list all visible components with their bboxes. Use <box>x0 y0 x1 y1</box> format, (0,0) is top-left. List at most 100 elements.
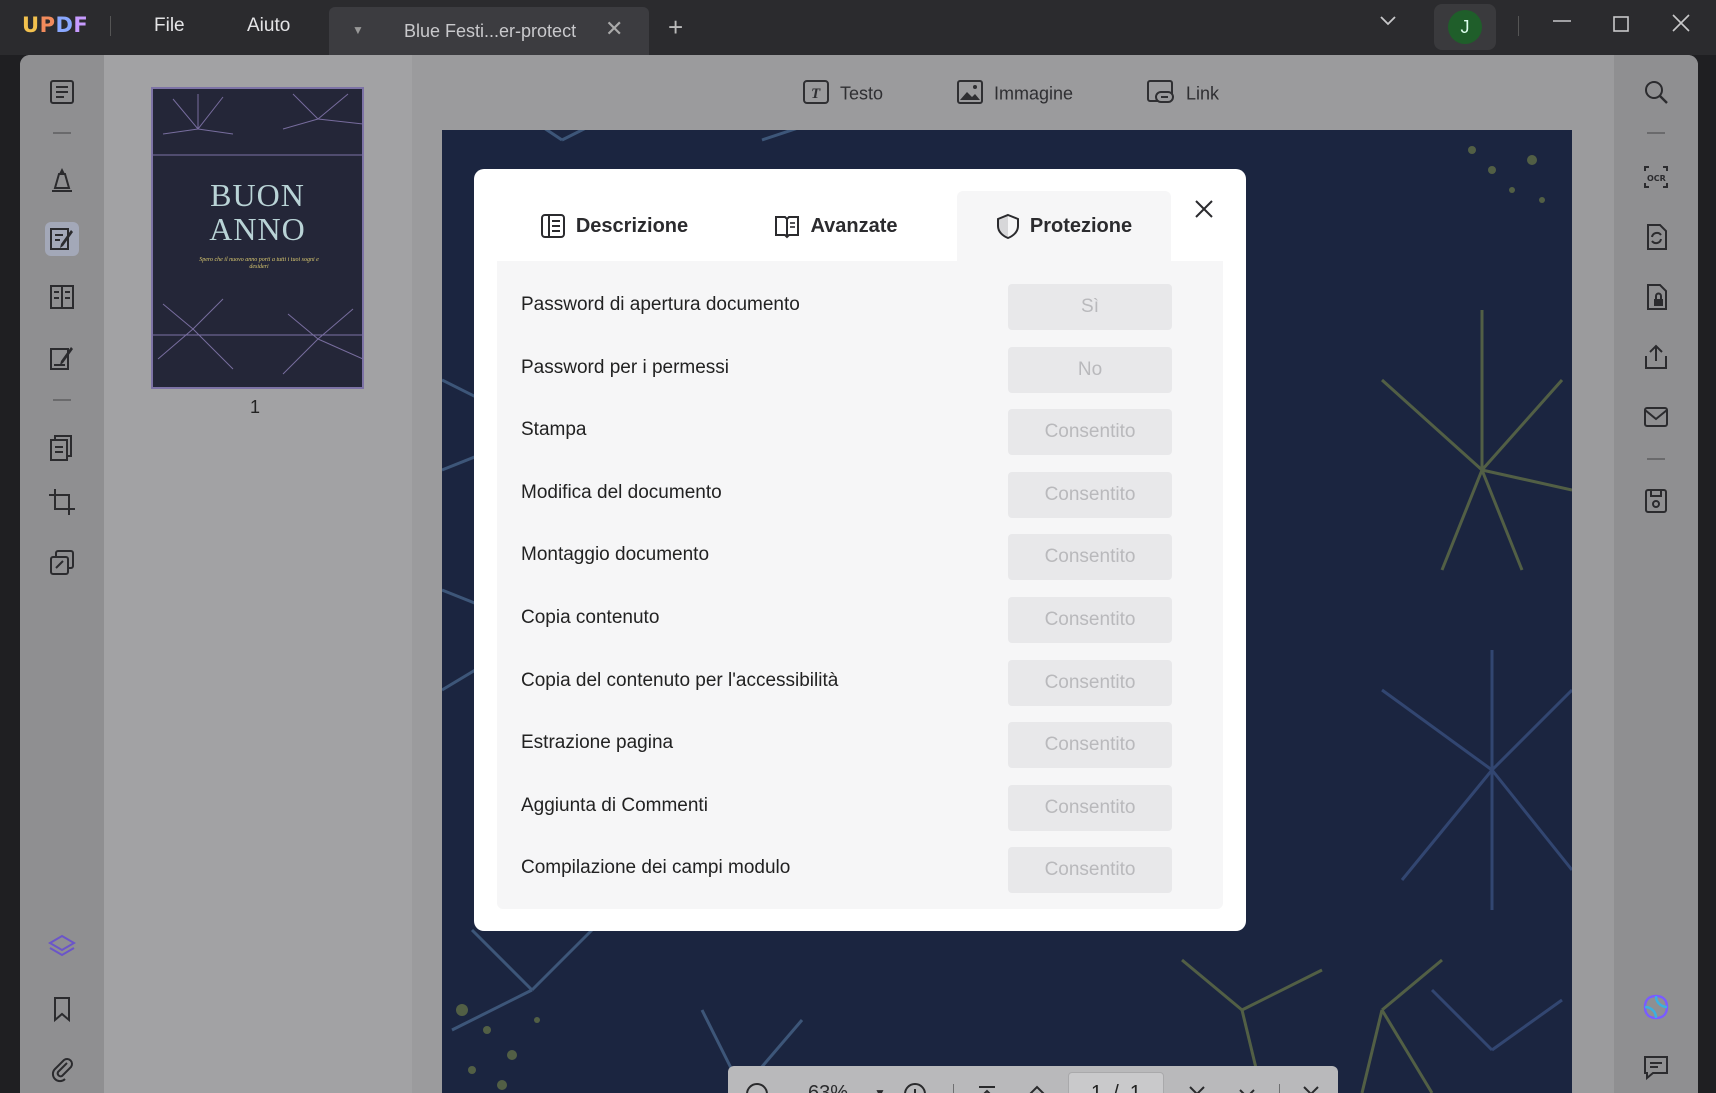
permission-row: Password per i permessi No <box>497 347 1223 395</box>
permission-value: No <box>1008 347 1172 393</box>
permission-label: Stampa <box>521 419 587 440</box>
minimize-icon[interactable] <box>1551 10 1573 38</box>
page-number-input[interactable]: 1 / 1 <box>1068 1072 1164 1093</box>
permission-label: Copia del contenuto per l'accessibilità <box>521 670 839 691</box>
text-icon: T <box>802 79 830 110</box>
save-icon[interactable] <box>1641 486 1671 516</box>
zoom-in-icon[interactable] <box>900 1066 930 1093</box>
tab-advanced[interactable]: Avanzate <box>746 191 926 261</box>
svg-text:OCR: OCR <box>1647 174 1666 183</box>
link-tool-label: Link <box>1186 83 1220 104</box>
thumbnail-tagline: Spero che il nuovo anno porti a tutti i … <box>199 257 319 270</box>
permission-label: Modifica del documento <box>521 482 722 503</box>
left-toolbar <box>20 55 104 1093</box>
divider <box>53 399 71 401</box>
permission-row: Stampa Consentito <box>497 409 1223 457</box>
shield-icon <box>996 213 1020 239</box>
zoom-level[interactable]: 63% <box>788 1066 868 1093</box>
search-icon[interactable] <box>1641 77 1671 107</box>
permission-label: Password di apertura documento <box>521 294 800 315</box>
permission-row: Estrazione pagina Consentito <box>497 722 1223 770</box>
permission-label: Compilazione dei campi modulo <box>521 857 791 878</box>
title-bar: UPDF File Aiuto ▼ Blue Festi...er-protec… <box>0 0 1716 55</box>
email-icon[interactable] <box>1641 402 1671 432</box>
comment-highlight-icon[interactable] <box>47 164 77 194</box>
right-toolbar: OCR <box>1614 55 1698 1093</box>
permission-row: Modifica del documento Consentito <box>497 472 1223 520</box>
attachment-icon[interactable] <box>47 1054 77 1084</box>
protect-icon[interactable] <box>1641 282 1671 312</box>
permission-label: Aggiunta di Commenti <box>521 795 708 816</box>
organize-pages-icon[interactable] <box>47 282 77 312</box>
permission-value: Sì <box>1008 284 1172 330</box>
permission-value: Consentito <box>1008 847 1172 893</box>
tab-description-label: Descrizione <box>575 214 689 237</box>
add-image-tool[interactable]: Immagine <box>956 79 1073 110</box>
dialog-close-icon[interactable] <box>1190 195 1218 223</box>
new-tab-button[interactable]: + <box>668 14 683 40</box>
permission-label: Montaggio documento <box>521 544 710 565</box>
menu-file[interactable]: File <box>154 15 185 37</box>
permission-value: Consentito <box>1008 722 1172 768</box>
form-fill-sign-icon[interactable] <box>47 343 77 373</box>
last-page-icon[interactable] <box>1232 1066 1262 1093</box>
share-icon[interactable] <box>1641 342 1671 372</box>
image-tool-label: Immagine <box>994 83 1074 104</box>
ocr-icon[interactable]: OCR <box>1641 162 1671 192</box>
permission-value: Consentito <box>1008 597 1172 643</box>
next-page-icon[interactable] <box>1182 1066 1212 1093</box>
convert-icon[interactable] <box>1641 222 1671 252</box>
window-close-icon[interactable] <box>1671 13 1691 39</box>
svg-text:T: T <box>811 86 821 102</box>
page-navigation-bar: 63% ▼ 1 / 1 <box>728 1066 1338 1093</box>
layers-icon[interactable] <box>47 932 77 962</box>
permission-row: Compilazione dei campi modulo Consentito <box>497 847 1223 895</box>
description-icon <box>540 213 566 239</box>
page-tools-icon[interactable] <box>47 432 77 462</box>
protection-panel: Password di apertura documento Sì Passwo… <box>497 261 1223 909</box>
tabs-dropdown-icon[interactable] <box>1378 10 1398 36</box>
bookmark-icon[interactable] <box>47 994 77 1024</box>
permission-row: Aggiunta di Commenti Consentito <box>497 785 1223 833</box>
crop-icon[interactable] <box>47 487 77 517</box>
permission-row: Montaggio documento Consentito <box>497 534 1223 582</box>
updf-logo: UPDF <box>22 13 89 37</box>
divider <box>1279 1084 1280 1093</box>
first-page-icon[interactable] <box>972 1066 1002 1093</box>
previous-page-icon[interactable] <box>1022 1066 1052 1093</box>
tab-description[interactable]: Descrizione <box>514 191 714 261</box>
tab-protection-label: Protezione <box>1029 214 1133 237</box>
ai-assistant-icon[interactable] <box>1641 992 1671 1022</box>
divider <box>1647 132 1665 134</box>
add-link-tool[interactable]: Link <box>1146 79 1219 110</box>
thumbnail-title-line1: BUON <box>210 177 305 213</box>
document-properties-dialog: Descrizione Avanzate Protezione Password… <box>474 169 1246 931</box>
tab-title: Blue Festi...er-protect <box>404 21 577 41</box>
comments-list-icon[interactable] <box>1641 1052 1671 1082</box>
reader-icon[interactable] <box>47 77 77 107</box>
permission-value: Consentito <box>1008 660 1172 706</box>
document-tab[interactable]: ▼ Blue Festi...er-protect ✕ <box>329 7 649 55</box>
tab-close-icon[interactable]: ✕ <box>605 16 623 42</box>
page-thumbnail[interactable]: BUON ANNO Spero che il nuovo anno porti … <box>151 87 364 389</box>
add-text-tool[interactable]: T Testo <box>802 79 883 110</box>
divider <box>1647 458 1665 460</box>
menu-help[interactable]: Aiuto <box>247 15 290 37</box>
close-navigation-icon[interactable] <box>1296 1066 1326 1093</box>
zoom-dropdown-icon[interactable]: ▼ <box>868 1066 892 1093</box>
tab-dropdown-icon[interactable]: ▼ <box>352 23 364 37</box>
tab-protection[interactable]: Protezione <box>957 191 1171 261</box>
permission-value: Consentito <box>1008 785 1172 831</box>
permission-value: Consentito <box>1008 534 1172 580</box>
batch-icon[interactable] <box>47 548 77 578</box>
zoom-out-icon[interactable] <box>742 1066 772 1093</box>
avatar[interactable]: J <box>1448 10 1482 44</box>
maximize-icon[interactable] <box>1612 13 1630 39</box>
tab-advanced-label: Avanzate <box>810 214 898 237</box>
edit-pdf-icon[interactable] <box>45 222 79 256</box>
permission-row: Copia del contenuto per l'accessibilità … <box>497 660 1223 708</box>
divider <box>1518 16 1519 36</box>
divider <box>53 132 71 134</box>
text-tool-label: Testo <box>840 83 884 104</box>
thumbnail-page-number: 1 <box>250 397 261 417</box>
